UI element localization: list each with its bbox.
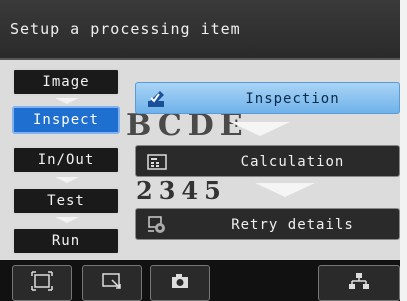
menu-item-label: Retry details <box>231 217 354 233</box>
selection-pointer <box>230 122 290 136</box>
menu-item-calculation[interactable]: Calculation <box>135 145 400 177</box>
page-title: Setup a processing item <box>10 20 241 38</box>
nav-run-button[interactable]: Run <box>12 227 120 255</box>
nav-inout-button[interactable]: In/Out <box>12 146 120 174</box>
network-button[interactable] <box>318 265 400 301</box>
zoom-select-icon <box>101 271 123 295</box>
selection-pointer <box>255 183 315 197</box>
camera-image-text: 2345 <box>136 176 227 205</box>
calculator-icon <box>146 152 168 172</box>
app-frame: Setup a processing item BCDE 2345 Image … <box>0 0 407 301</box>
menu-item-inspection[interactable]: Inspection <box>135 82 400 114</box>
menu-item-label: Calculation <box>240 154 345 170</box>
frame-button[interactable] <box>12 265 72 301</box>
flow-arrow-icon <box>55 177 79 183</box>
frame-icon <box>31 271 53 295</box>
camera-icon <box>169 271 191 295</box>
zoom-select-button[interactable] <box>82 265 142 301</box>
header-bar: Setup a processing item <box>0 0 400 60</box>
nav-test-button[interactable]: Test <box>12 187 120 215</box>
pencil-check-icon <box>146 89 168 109</box>
menu-item-label: Inspection <box>245 91 340 107</box>
retry-gear-icon <box>146 215 168 235</box>
flow-arrow-icon <box>55 217 79 223</box>
network-icon <box>348 271 370 295</box>
screen-edge <box>400 0 407 301</box>
nav-inspect-button[interactable]: Inspect <box>12 106 120 134</box>
flow-arrow-icon <box>55 98 79 104</box>
nav-image-button[interactable]: Image <box>12 68 120 96</box>
camera-button[interactable] <box>150 265 210 301</box>
menu-item-retry-details[interactable]: Retry details <box>135 208 400 240</box>
